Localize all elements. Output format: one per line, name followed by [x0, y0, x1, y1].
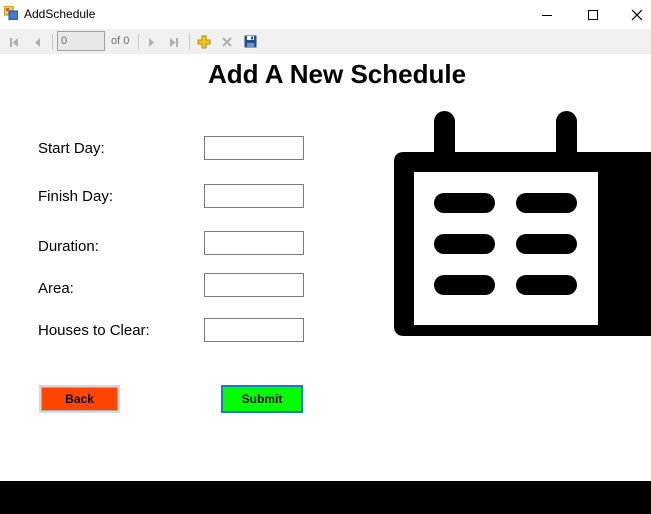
- app-form-icon: [4, 6, 18, 20]
- finish-day-input[interactable]: [204, 184, 304, 208]
- delete-icon: [222, 36, 232, 47]
- start-day-input[interactable]: [204, 136, 304, 160]
- duration-input[interactable]: [204, 231, 304, 255]
- back-button[interactable]: Back: [39, 385, 120, 413]
- save-button[interactable]: [242, 33, 258, 50]
- window-title: AddSchedule: [24, 7, 96, 21]
- submit-button[interactable]: Submit: [221, 385, 303, 413]
- area-label: Area:: [38, 280, 74, 297]
- binding-navigator: of 0: [0, 29, 651, 54]
- move-previous-button[interactable]: [30, 33, 46, 50]
- houses-to-clear-label: Houses to Clear:: [38, 322, 150, 339]
- maximize-icon: [588, 9, 598, 20]
- move-last-icon: [170, 37, 178, 47]
- area-input[interactable]: [204, 273, 304, 297]
- duration-label: Duration:: [38, 238, 99, 255]
- houses-to-clear-input[interactable]: [204, 318, 304, 342]
- close-button[interactable]: [614, 0, 651, 29]
- bottom-bar: [0, 481, 651, 514]
- position-input[interactable]: [57, 31, 105, 51]
- finish-day-label: Finish Day:: [38, 188, 114, 205]
- move-previous-icon: [35, 37, 40, 47]
- move-next-button[interactable]: [143, 33, 159, 50]
- title-bar: AddSchedule: [0, 0, 651, 29]
- save-icon: [244, 35, 256, 48]
- move-first-icon: [10, 37, 18, 47]
- toolbar-separator: [52, 34, 53, 50]
- toolbar-separator: [138, 34, 139, 50]
- start-day-label: Start Day:: [38, 140, 105, 157]
- calendar-icon: [394, 111, 651, 336]
- add-new-icon: [197, 35, 211, 48]
- record-count-label: of 0: [111, 35, 130, 47]
- close-icon: [631, 9, 643, 20]
- minimize-icon: [542, 14, 552, 16]
- page-title: Add A New Schedule: [207, 59, 467, 89]
- toolbar-separator: [189, 34, 190, 50]
- maximize-button[interactable]: [570, 0, 616, 29]
- move-last-button[interactable]: [166, 33, 182, 50]
- add-new-button[interactable]: [195, 33, 213, 50]
- move-first-button[interactable]: [6, 33, 22, 50]
- delete-button[interactable]: [219, 33, 235, 50]
- move-next-icon: [149, 37, 154, 47]
- minimize-button[interactable]: [524, 0, 570, 29]
